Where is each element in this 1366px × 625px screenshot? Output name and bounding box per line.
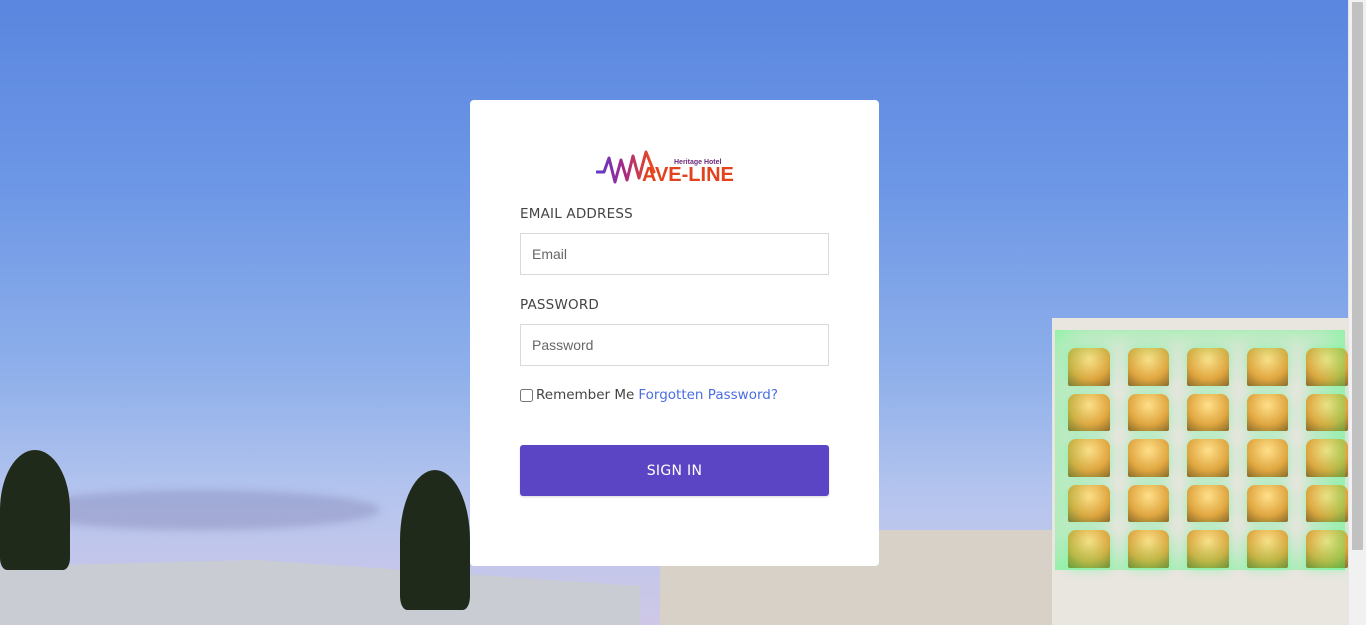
password-label: PASSWORD xyxy=(520,297,600,313)
remember-me-checkbox[interactable] xyxy=(520,388,533,402)
background-palm-left xyxy=(0,450,70,570)
hotel-logo: Heritage Hotel AVE-LINE xyxy=(596,148,754,188)
login-card: Heritage Hotel AVE-LINE EMAIL ADDRESS PA… xyxy=(470,100,879,566)
remember-me-label: Remember Me xyxy=(536,387,635,403)
password-field[interactable] xyxy=(520,324,829,366)
background-hotel-windows xyxy=(1068,348,1348,568)
scrollbar-thumb[interactable] xyxy=(1352,2,1363,550)
remember-row: Remember Me Forgotten Password? xyxy=(520,387,778,403)
email-field[interactable] xyxy=(520,233,829,275)
forgot-password-link[interactable]: Forgotten Password? xyxy=(638,387,778,403)
sign-in-button[interactable]: SIGN IN xyxy=(520,445,829,496)
logo-brand: AVE-LINE xyxy=(642,164,734,186)
page-scrollbar[interactable] xyxy=(1348,0,1366,625)
background-roof xyxy=(0,560,640,625)
background-palm-center xyxy=(400,470,470,610)
background-cloud xyxy=(20,490,380,530)
email-label: EMAIL ADDRESS xyxy=(520,206,633,222)
